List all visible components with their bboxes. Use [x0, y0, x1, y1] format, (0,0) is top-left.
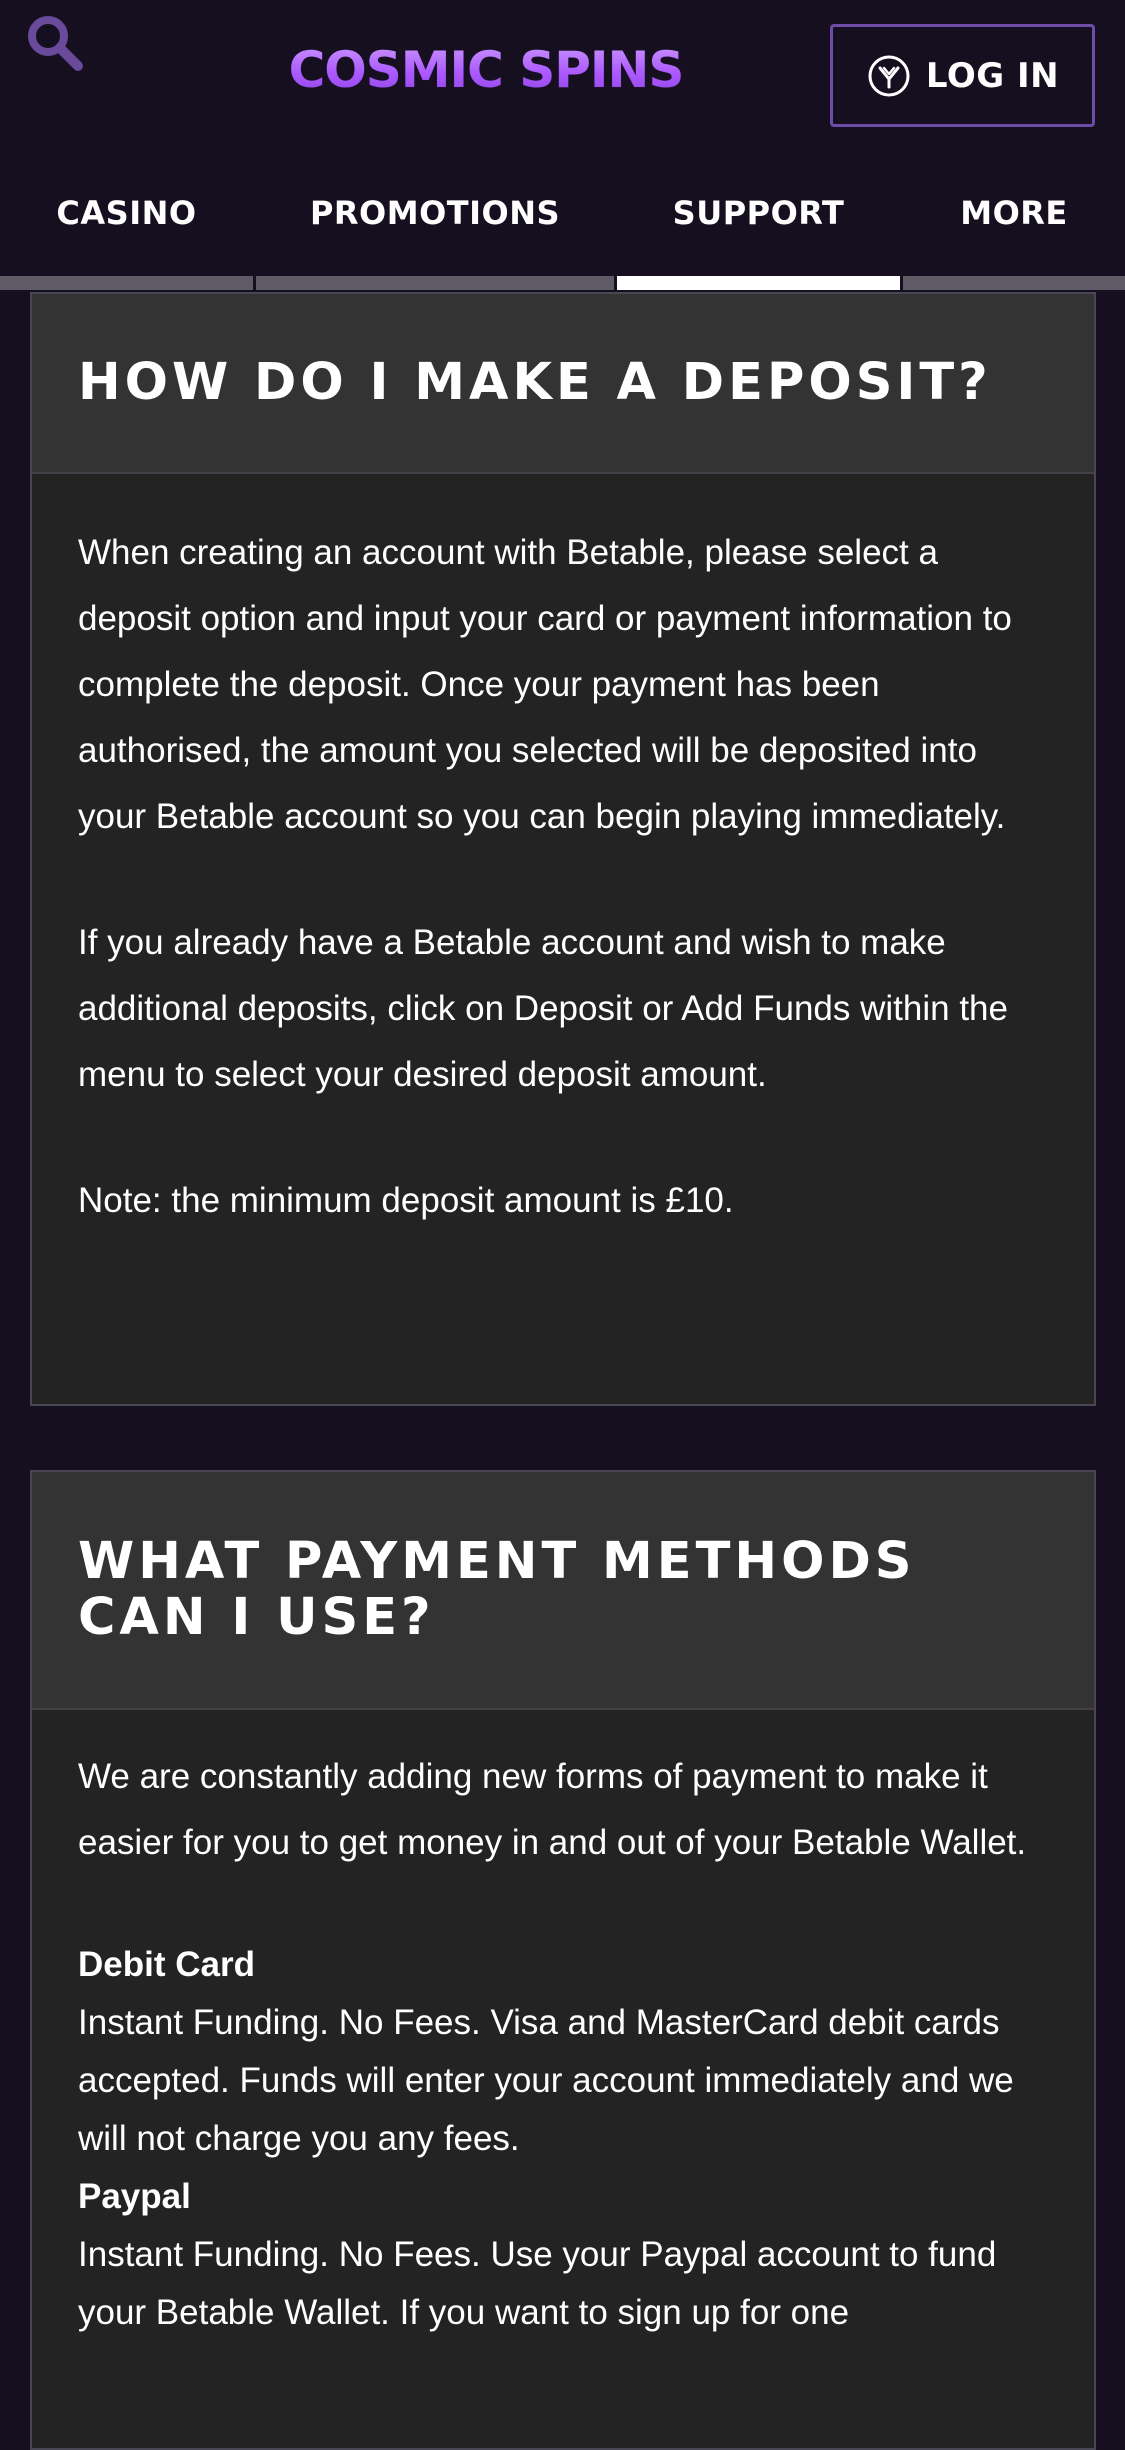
nav-tab-indicator-active [617, 276, 900, 290]
faq-answer: When creating an account with Betable, p… [32, 474, 1094, 1234]
nav-tab-label: SUPPORT [672, 194, 845, 232]
nav-tab-label: CASINO [56, 194, 197, 232]
main-nav: CASINO PROMOTIONS SUPPORT MORE [0, 160, 1125, 290]
logo-text: COSMIC SPINS [288, 41, 685, 99]
faq-answer-paragraph: When creating an account with Betable, p… [78, 533, 1012, 836]
nav-tab-casino[interactable]: CASINO [0, 160, 253, 290]
payment-method-item: Debit Card Instant Funding. No Fees. Vis… [78, 1936, 1048, 2168]
betable-logo-icon [868, 55, 910, 96]
payment-method-name: Debit Card [78, 1945, 255, 1984]
site-logo[interactable]: COSMIC SPINS [276, 40, 696, 100]
payment-method-description: Instant Funding. No Fees. Visa and Maste… [78, 2003, 1014, 2158]
nav-tab-label: MORE [960, 194, 1068, 232]
faq-answer-paragraph: If you already have a Betable account an… [78, 923, 1008, 1094]
faq-answer: We are constantly adding new forms of pa… [32, 1710, 1094, 2342]
payment-method-name: Paypal [78, 2177, 191, 2216]
nav-tab-indicator [0, 276, 253, 290]
faq-answer-note: Note: the minimum deposit amount is £10. [78, 1181, 734, 1220]
faq-answer-paragraph: We are constantly adding new forms of pa… [78, 1757, 1027, 1862]
faq-question-title: WHAT PAYMENT METHODS CAN I USE? [78, 1532, 916, 1647]
faq-card-payment-methods: WHAT PAYMENT METHODS CAN I USE? We are c… [30, 1470, 1096, 2450]
nav-tab-promotions[interactable]: PROMOTIONS [256, 160, 614, 290]
search-button[interactable] [24, 12, 94, 82]
login-button[interactable]: LOG IN [830, 24, 1095, 127]
nav-tab-indicator [256, 276, 614, 290]
faq-card-header: WHAT PAYMENT METHODS CAN I USE? [32, 1472, 1094, 1710]
nav-tab-label: PROMOTIONS [309, 194, 561, 232]
faq-card-header: HOW DO I MAKE A DEPOSIT? [32, 294, 1094, 474]
search-icon [28, 16, 83, 71]
payment-method-description: Instant Funding. No Fees. Use your Paypa… [78, 2235, 997, 2332]
faq-question-title: HOW DO I MAKE A DEPOSIT? [78, 353, 992, 412]
nav-tab-indicator [903, 276, 1125, 290]
nav-tab-more[interactable]: MORE [903, 160, 1125, 290]
app-header: COSMIC SPINS LOG IN [0, 0, 1125, 160]
nav-tab-support[interactable]: SUPPORT [617, 160, 900, 290]
payment-method-item: Paypal Instant Funding. No Fees. Use you… [78, 2168, 1048, 2342]
faq-card-deposit: HOW DO I MAKE A DEPOSIT? When creating a… [30, 292, 1096, 1406]
login-label: LOG IN [925, 55, 1060, 96]
